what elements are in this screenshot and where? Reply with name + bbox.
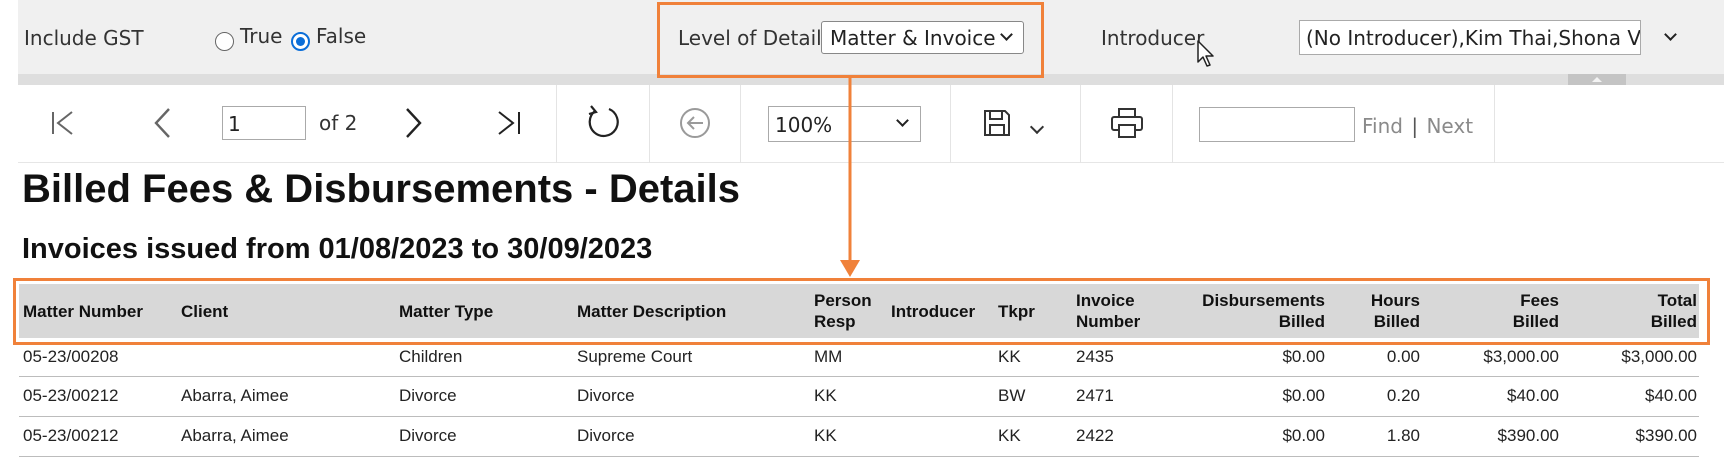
annotation-arrow (840, 78, 860, 277)
